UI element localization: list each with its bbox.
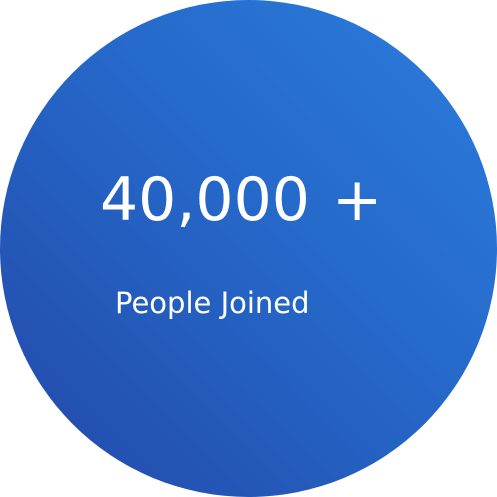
stat-label: People Joined [115,286,310,320]
stat-suffix: + [331,165,383,235]
stat-number-text: 40,000 [100,165,310,235]
stat-value: 40,000 + [100,170,382,230]
stat-circle: 40,000 + People Joined [0,0,497,497]
